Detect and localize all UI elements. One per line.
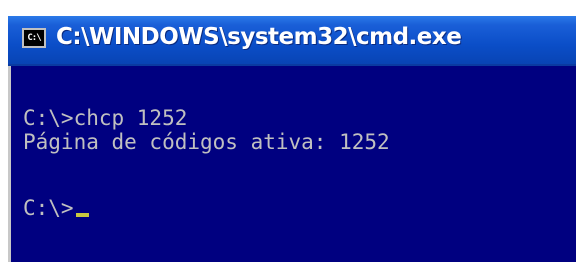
cmd-icon[interactable]: C:\ [22,28,46,48]
text-cursor [75,213,89,217]
console-area[interactable]: C:\>chcp 1252 Página de códigos ativa: 1… [8,66,576,262]
title-bar[interactable]: C:\ C:\WINDOWS\system32\cmd.exe [8,16,576,66]
prompt-text: C:\> [23,196,74,220]
cmd-window: C:\ C:\WINDOWS\system32\cmd.exe C:\>chcp… [8,16,576,262]
console-line-prompt: C:\> [23,196,89,220]
cmd-icon-label: C:\ [27,33,41,43]
console-line-command: C:\>chcp 1252 [23,106,188,130]
window-title: C:\WINDOWS\system32\cmd.exe [56,24,462,50]
console-line-output: Página de códigos ativa: 1252 [23,130,390,154]
